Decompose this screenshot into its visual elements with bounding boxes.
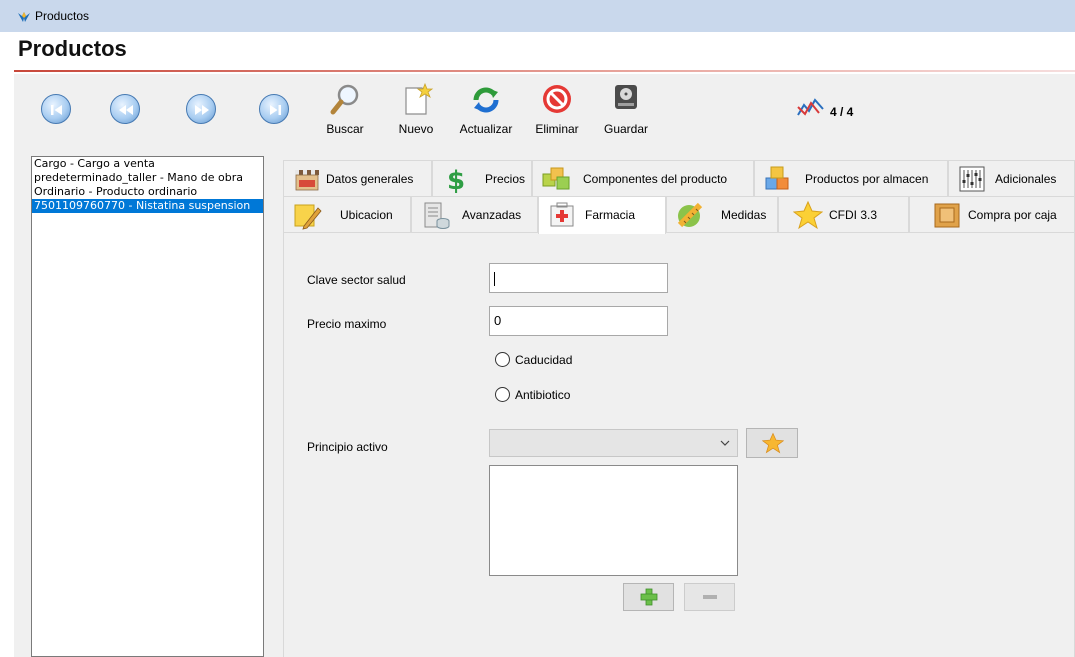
tab-avanzadas[interactable]: Avanzadas [411,196,538,232]
save-button[interactable]: Guardar [601,78,651,138]
refresh-label: Actualizar [459,122,513,136]
tab-row-bottom: Ubicacion Avanzadas Farmacia Medidas CFD… [283,196,1075,234]
delete-label: Eliminar [535,122,579,136]
skip-last-icon [270,105,281,115]
antibiotico-label: Antibiotico [515,388,571,402]
list-item[interactable]: Cargo - Cargo a venta [32,157,263,171]
svg-text:$: $ [447,166,465,194]
first-aid-icon [550,202,574,227]
plus-icon [640,588,658,606]
measure-icon [677,202,703,228]
product-list[interactable]: Cargo - Cargo a venta predeterminado_tal… [31,156,264,657]
dollar-icon: $ [447,166,465,194]
new-button[interactable]: Nuevo [392,82,440,138]
tab-label: Productos por almacen [805,172,929,186]
next-record-button[interactable] [186,94,216,124]
first-record-button[interactable] [41,94,71,124]
tab-label: Medidas [721,208,767,222]
tab-label: Datos generales [326,172,414,186]
boxes-icon [765,166,789,190]
refresh-button[interactable]: Actualizar [456,82,516,138]
last-record-button[interactable] [259,94,289,124]
tab-adicionales[interactable]: Adicionales [948,160,1075,196]
tab-componentes[interactable]: Componentes del producto [532,160,754,196]
page-header: Productos [14,32,1075,74]
clave-sector-salud-input[interactable] [489,263,668,293]
tab-datos-generales[interactable]: Datos generales [283,160,432,196]
list-item-selected[interactable]: 7501109760770 - Nistatina suspension [32,199,263,213]
minus-icon [703,595,717,599]
caducidad-radio[interactable]: Caducidad [495,351,605,369]
tab-label: Farmacia [585,208,636,222]
cubes-icon [542,167,570,190]
tab-label: Avanzadas [462,208,522,222]
rewind-icon [119,105,133,115]
page-title: Productos [18,36,127,61]
title-bar: Productos [0,0,1075,32]
tab-precios[interactable]: $ Precios [432,160,532,196]
tab-ubicacion[interactable]: Ubicacion [283,196,411,232]
principio-activo-select[interactable] [489,429,738,457]
magnifier-icon [330,84,359,115]
tab-compra-por-caja[interactable]: Compra por caja [909,196,1075,232]
tab-medidas[interactable]: Medidas [666,196,778,232]
list-item[interactable]: predeterminado_taller - Mano de obra [32,171,263,185]
radio-circle [495,387,510,402]
remove-button[interactable] [684,583,735,611]
caducidad-label: Caducidad [515,353,573,367]
main-content: Buscar Nuevo Actualizar Eliminar Guardar… [14,74,1075,657]
tab-label: Componentes del producto [583,172,728,186]
previous-record-button[interactable] [110,94,140,124]
tab-label: Compra por caja [968,208,1057,222]
precio-maximo-label: Precio maximo [307,317,387,331]
window-title: Productos [35,9,90,23]
text-cursor [494,271,495,286]
delete-button[interactable]: Eliminar [531,82,583,138]
add-button[interactable] [623,583,674,611]
tab-label: CFDI 3.3 [829,208,878,222]
tab-label: Adicionales [995,172,1057,186]
sliders-icon [959,166,985,192]
note-pencil-icon [294,204,322,230]
principio-activo-label: Principio activo [307,440,388,454]
app-icon [18,12,30,22]
skip-first-icon [51,105,62,115]
no-entry-icon [543,85,571,113]
line-chart-icon [797,98,824,116]
principio-activo-list[interactable] [489,465,738,576]
tab-productos-por-almacen[interactable]: Productos por almacen [754,160,948,196]
server-icon [424,202,450,229]
save-label: Guardar [603,122,649,136]
store-icon [295,170,319,191]
radio-circle [495,352,510,367]
refresh-icon [473,87,499,113]
tab-label: Precios [485,172,526,186]
record-counter-text: 4 / 4 [830,105,854,119]
hard-drive-icon [615,85,637,109]
chevron-down-icon [720,440,730,446]
search-label: Buscar [326,122,364,136]
farmacia-panel: Clave sector salud Precio maximo 0 Caduc… [283,232,1075,657]
star-icon [793,200,823,230]
antibiotico-radio[interactable]: Antibiotico [495,386,605,404]
fast-forward-icon [195,105,209,115]
tab-farmacia[interactable]: Farmacia [538,196,666,234]
new-label: Nuevo [398,122,434,136]
tab-cfdi[interactable]: CFDI 3.3 [778,196,909,232]
search-button[interactable]: Buscar [320,82,370,138]
star-icon [762,432,784,454]
tab-label: Ubicacion [340,208,393,222]
precio-maximo-input[interactable]: 0 [489,306,668,336]
new-document-icon [405,82,434,115]
header-accent-line [14,70,1075,72]
favorite-button[interactable] [746,428,798,458]
box-icon [934,203,960,228]
tab-row-top: Datos generales $ Precios Componentes de… [283,160,1075,196]
list-item[interactable]: Ordinario - Producto ordinario [32,185,263,199]
clave-sector-salud-label: Clave sector salud [307,273,406,287]
